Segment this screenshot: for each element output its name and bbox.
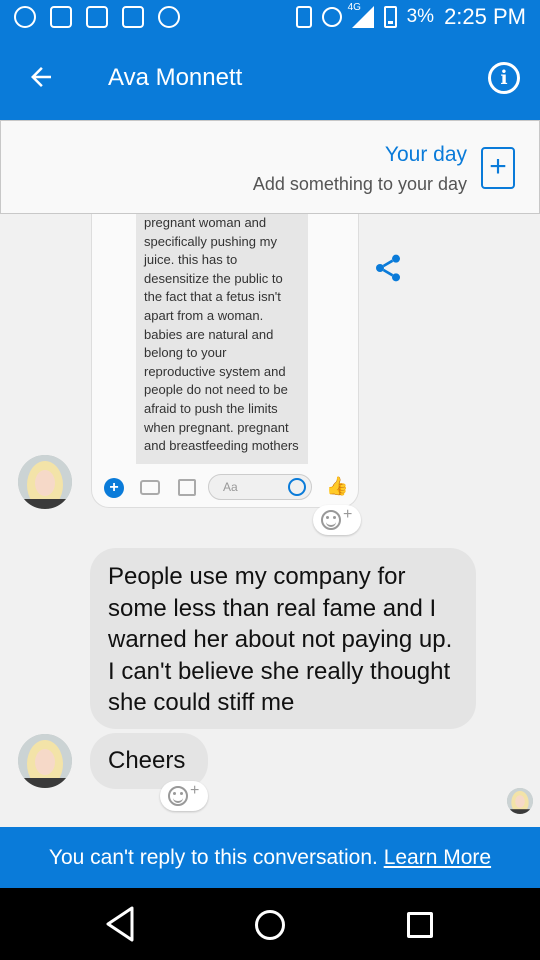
message-bubble[interactable]: People use my company for some less than… <box>90 548 476 729</box>
sd-card-icon <box>122 6 144 28</box>
emoji-icon <box>288 478 306 496</box>
notification-icons <box>14 6 180 28</box>
vibrate-icon <box>295 6 312 28</box>
seen-avatar <box>507 788 533 814</box>
contact-name[interactable]: Ava Monnett <box>108 64 242 92</box>
conversation-header: Ava Monnett i <box>0 36 540 120</box>
add-box-icon[interactable]: + <box>481 147 515 189</box>
profile-photo-icon <box>18 734 72 788</box>
avatar[interactable] <box>18 455 72 509</box>
battery-charging-icon <box>383 6 397 28</box>
chat-bubble-icon <box>158 6 180 28</box>
smiley-icon <box>321 510 341 530</box>
clock: 2:25 PM <box>444 4 526 29</box>
arrow-left-icon[interactable] <box>26 62 56 92</box>
battery-percent: 3% <box>406 6 435 27</box>
status-bar: 4G 3% 2:25 PM <box>0 0 540 36</box>
cannot-reply-banner: You can't reply to this conversation. Le… <box>0 827 540 888</box>
alarm-icon <box>14 6 36 28</box>
profile-photo-icon <box>18 455 72 509</box>
info-icon[interactable]: i <box>488 62 520 94</box>
navigation-bar <box>0 888 540 960</box>
shared-note-text: pregnant woman and specifically pushing … <box>136 214 308 464</box>
profile-photo-icon <box>507 788 533 814</box>
add-reaction-button[interactable]: + <box>313 505 361 535</box>
your-day-title: Your day <box>384 143 467 166</box>
gallery-icon <box>178 479 196 496</box>
home-circle-icon[interactable] <box>255 910 285 940</box>
plus-icon: + <box>190 782 200 799</box>
avatar[interactable] <box>18 734 72 788</box>
signal-icon: 4G <box>348 2 374 28</box>
messenger-icon <box>86 6 108 28</box>
alarm-icon <box>321 7 342 27</box>
camera-icon <box>140 480 160 495</box>
share-icon[interactable] <box>372 252 404 284</box>
shared-image-message[interactable]: pregnant woman and specifically pushing … <box>91 214 359 508</box>
learn-more-link[interactable]: Learn More <box>384 846 491 869</box>
image-icon <box>50 6 72 28</box>
thumbs-up-icon: 👍 <box>326 476 349 496</box>
system-indicators: 4G 3% 2:25 PM <box>295 2 526 30</box>
plus-icon: + <box>343 506 353 523</box>
your-day-bar[interactable]: Your day Add something to your day + <box>0 120 540 214</box>
back-triangle-icon[interactable] <box>104 904 136 944</box>
recent-apps-icon[interactable] <box>407 912 433 938</box>
cannot-reply-text: You can't reply to this conversation. <box>48 846 378 869</box>
your-day-subtitle: Add something to your day <box>252 174 467 194</box>
smiley-icon <box>168 786 188 806</box>
plus-icon: + <box>104 478 124 498</box>
add-reaction-button[interactable]: + <box>160 781 208 811</box>
shared-card-toolbar: + Aa 👍 <box>92 472 358 502</box>
network-type: 4G <box>347 2 361 13</box>
